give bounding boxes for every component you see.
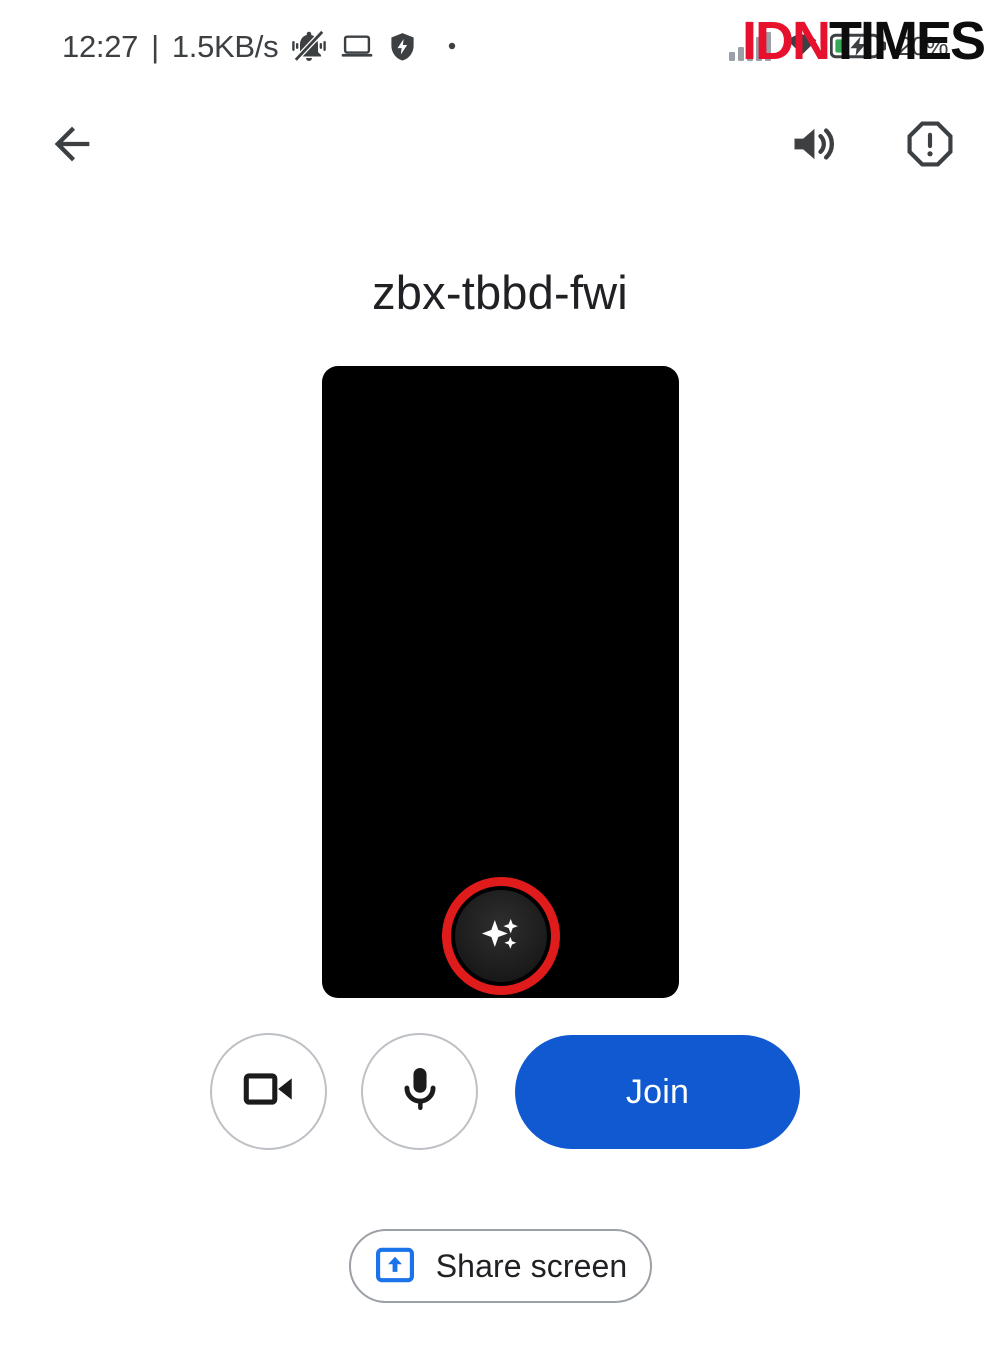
join-button-label: Join [625, 1072, 690, 1111]
screen-share-icon [374, 1246, 416, 1287]
microphone-toggle-button[interactable] [361, 1033, 478, 1150]
share-screen-button[interactable]: Share screen [349, 1229, 652, 1303]
back-arrow-icon [46, 118, 98, 175]
back-button[interactable] [30, 104, 114, 188]
vibrate-off-icon [291, 28, 327, 64]
network-speed-text: 1.5KB/s [171, 28, 279, 64]
sparkle-icon [474, 907, 528, 966]
prejoin-controls [0, 1033, 1000, 1153]
visual-effects-button[interactable] [454, 890, 547, 982]
microphone-icon [392, 1061, 448, 1122]
status-separator: | [151, 28, 159, 64]
meeting-code-title: zbx-tbbd-fwi [372, 266, 628, 319]
idn-times-watermark: IDNTIMES [741, 11, 986, 71]
report-octagon-icon [905, 119, 955, 174]
sound-button[interactable] [772, 104, 856, 188]
camera-toggle-button[interactable] [210, 1033, 327, 1150]
speaker-icon [788, 118, 840, 175]
report-problem-button[interactable] [888, 104, 972, 188]
video-camera-icon [240, 1060, 298, 1123]
shield-bolt-icon [387, 31, 418, 62]
status-bar-left: 12:27 | 1.5KB/s [62, 28, 457, 64]
status-clock: 12:27 [62, 28, 139, 64]
app-bar [0, 104, 1000, 188]
watermark-times: TIMES [828, 11, 986, 71]
dot-indicator-icon [447, 41, 457, 51]
laptop-icon [340, 29, 374, 63]
video-preview [322, 366, 679, 998]
join-button[interactable]: Join [515, 1035, 800, 1149]
watermark-idn: IDN [741, 11, 831, 71]
meet-prejoin-screen: 12:27 | 1.5KB/s 20% IDNTIMES zbx-tbbd-fw… [0, 0, 1000, 1350]
share-screen-label: Share screen [435, 1247, 628, 1284]
